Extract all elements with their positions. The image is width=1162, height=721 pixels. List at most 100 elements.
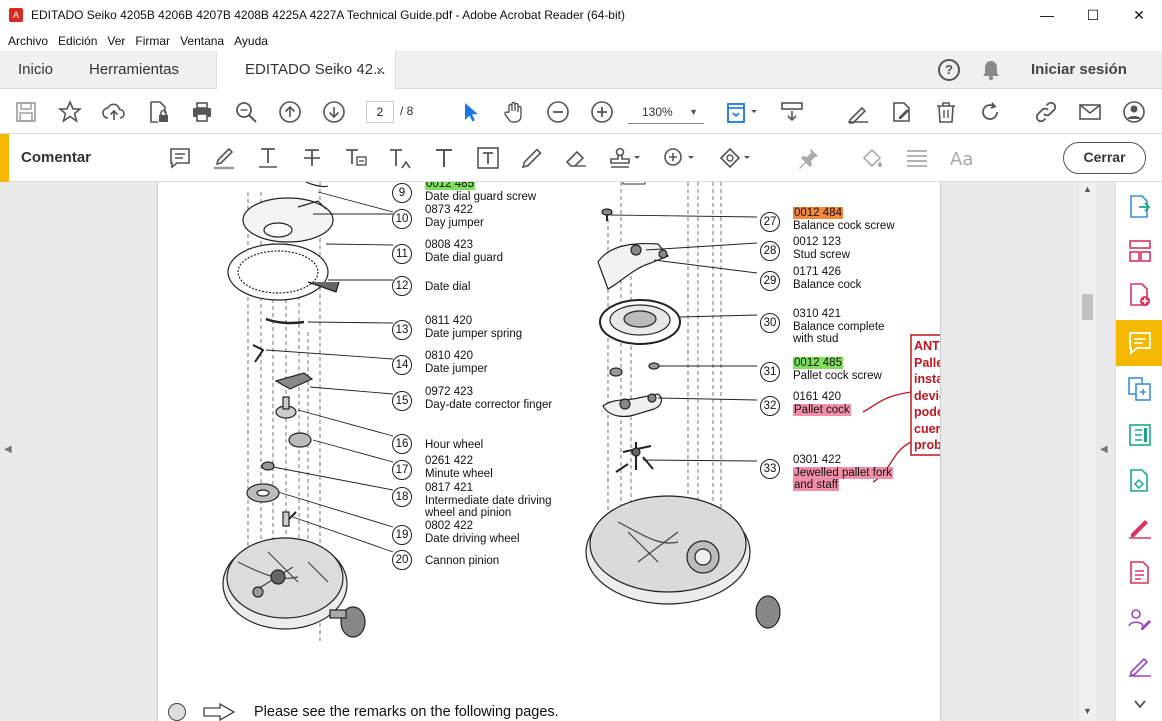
part-entry: 0972 423 Day-date corrector finger — [425, 386, 552, 411]
pencil-icon[interactable] — [520, 146, 544, 170]
compress-pdf-icon[interactable] — [1127, 468, 1153, 494]
color-fill-icon[interactable] — [860, 146, 884, 170]
request-signature-icon[interactable] — [1127, 606, 1153, 632]
save-icon[interactable] — [14, 100, 38, 124]
link-icon[interactable] — [1034, 100, 1058, 124]
maximize-button[interactable]: ☐ — [1070, 0, 1116, 30]
menu-ayuda[interactable]: Ayuda — [234, 34, 268, 48]
menu-archivo[interactable]: Archivo — [8, 34, 48, 48]
fill-sign-icon[interactable] — [1127, 514, 1153, 540]
close-comment-button[interactable]: Cerrar — [1063, 142, 1146, 174]
part-code: 0012 123 — [793, 236, 841, 248]
select-cursor-icon[interactable] — [458, 100, 482, 124]
minimize-button[interactable]: — — [1024, 0, 1070, 30]
protect-icon[interactable] — [1127, 560, 1153, 586]
print-icon[interactable] — [190, 100, 214, 124]
tab-close-icon[interactable]: × — [376, 51, 384, 89]
part-name: Cannon pinion — [425, 555, 500, 567]
callout-number-circle: 19 — [392, 525, 412, 545]
part-name: Date driving wheel — [425, 532, 520, 545]
bell-icon[interactable] — [980, 59, 1002, 81]
combine-files-icon[interactable] — [1127, 376, 1153, 402]
highlight-icon[interactable] — [212, 146, 236, 170]
expand-icon[interactable] — [1127, 696, 1153, 714]
menu-ver[interactable]: Ver — [107, 34, 125, 48]
part-code: 0811 420 — [425, 315, 473, 327]
page-number-input[interactable]: 2 — [366, 101, 394, 123]
tab-document[interactable]: EDITADO Seiko 42... × — [216, 51, 396, 90]
part-entry: 0817 421 Intermediate date driving wheel a… — [425, 482, 552, 520]
export-pdf-icon[interactable] — [1127, 194, 1153, 220]
page-drawing — [222, 182, 940, 642]
hand-icon[interactable] — [502, 100, 526, 124]
search-icon[interactable] — [234, 100, 258, 124]
part-name: Balance cock screw — [793, 219, 895, 232]
help-icon[interactable]: ? — [938, 59, 960, 81]
star-icon[interactable] — [58, 100, 82, 124]
menu-ventana[interactable]: Ventana — [180, 34, 224, 48]
tab-home[interactable]: Inicio — [18, 51, 53, 89]
close-window-button[interactable]: ✕ — [1116, 0, 1162, 30]
sign-icon[interactable] — [846, 100, 870, 124]
lock-file-icon[interactable] — [146, 100, 170, 124]
rotate-icon[interactable] — [978, 100, 1002, 124]
part-entry: Cannon pinion — [425, 555, 499, 568]
part-code: 0161 420 — [793, 391, 841, 403]
scroll-down-icon[interactable]: ▼ — [1083, 706, 1092, 716]
watch-parts-left-drawing — [222, 182, 366, 638]
part-entry: 0802 422 Date driving wheel — [425, 520, 520, 545]
part-code: 0012 485 — [793, 357, 843, 369]
fill-icon[interactable] — [890, 100, 914, 124]
pdf-page: 9 0012 485 Date dial guard screw 10 0873 422… — [157, 182, 941, 721]
account-icon[interactable] — [1122, 100, 1146, 124]
tab-tools[interactable]: Herramientas — [89, 51, 179, 89]
document-viewer[interactable]: ◀ 9 0012 485 Date dial guard screw 10 08… — [0, 182, 1115, 721]
zoom-out-icon[interactable] — [546, 100, 570, 124]
comment-icon[interactable] — [1127, 330, 1153, 356]
text-icon[interactable] — [432, 146, 456, 170]
sticky-note-icon[interactable] — [168, 146, 192, 170]
menu-firmar[interactable]: Firmar — [135, 34, 170, 48]
create-pdf-icon[interactable] — [1127, 282, 1153, 308]
scroll-mode-icon[interactable] — [780, 100, 804, 124]
window-title: EDITADO Seiko 4205B 4206B 4207B 4208B 42… — [31, 8, 625, 22]
menu-edicion[interactable]: Edición — [58, 34, 97, 48]
vertical-scrollbar[interactable]: ▲ ▼ — [1079, 182, 1096, 721]
pin-icon[interactable] — [796, 146, 820, 170]
organize-pages-icon[interactable] — [1127, 238, 1153, 264]
text-box-icon[interactable] — [476, 146, 500, 170]
edit-pdf-icon[interactable] — [1127, 422, 1153, 448]
stamp-icon[interactable] — [608, 146, 642, 170]
eraser-icon[interactable] — [564, 146, 588, 170]
callout-number-circle: 30 — [760, 313, 780, 333]
part-name: Balance cock — [793, 278, 862, 291]
attach-icon[interactable] — [662, 146, 696, 170]
title-bar: A EDITADO Seiko 4205B 4206B 4207B 4208B … — [0, 0, 1162, 30]
replace-text-icon[interactable] — [344, 146, 368, 170]
zoom-select[interactable]: 130% ▼ — [628, 100, 704, 124]
scroll-up-icon[interactable]: ▲ — [1083, 184, 1092, 194]
page-up-icon[interactable] — [278, 100, 302, 124]
annotation-line: Pallet y Balance, — [914, 355, 940, 370]
zoom-in-icon[interactable] — [590, 100, 614, 124]
right-panel-toggle-icon[interactable]: ◀ — [1100, 444, 1108, 455]
part-code: 0171 426 — [793, 266, 841, 278]
underline-icon[interactable] — [256, 146, 280, 170]
page-down-icon[interactable] — [322, 100, 346, 124]
insert-text-icon[interactable] — [388, 146, 412, 170]
more-tools-icon[interactable] — [1127, 652, 1153, 678]
delete-icon[interactable] — [934, 100, 958, 124]
mail-icon[interactable] — [1078, 100, 1102, 124]
fit-page-icon[interactable] — [726, 100, 760, 124]
scroll-thumb[interactable] — [1082, 294, 1093, 320]
font-size-icon[interactable]: Aa — [948, 146, 978, 170]
signin-button[interactable]: Iniciar sesión — [1031, 51, 1127, 89]
upload-icon[interactable] — [102, 100, 126, 124]
lines-icon[interactable] — [905, 146, 929, 170]
annotation-line: device (26-23) para — [914, 388, 940, 403]
shapes-icon[interactable] — [718, 146, 752, 170]
part-code: 0301 422 — [793, 454, 841, 466]
part-name: Intermediate date driving — [425, 494, 552, 507]
left-panel-toggle-icon[interactable]: ◀ — [4, 444, 12, 455]
strikethrough-icon[interactable] — [300, 146, 324, 170]
